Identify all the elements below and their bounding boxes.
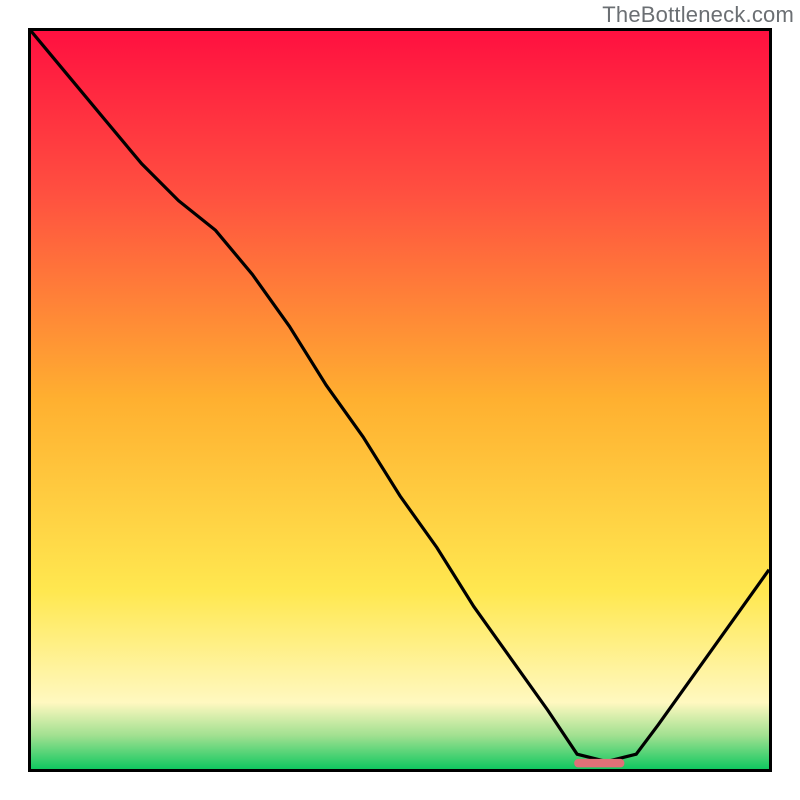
gradient-background — [31, 31, 769, 769]
watermark-text: TheBottleneck.com — [602, 2, 794, 28]
optimum-marker — [574, 759, 624, 768]
plot-svg — [31, 31, 769, 769]
chart-container: TheBottleneck.com — [0, 0, 800, 800]
plot-area — [28, 28, 772, 772]
